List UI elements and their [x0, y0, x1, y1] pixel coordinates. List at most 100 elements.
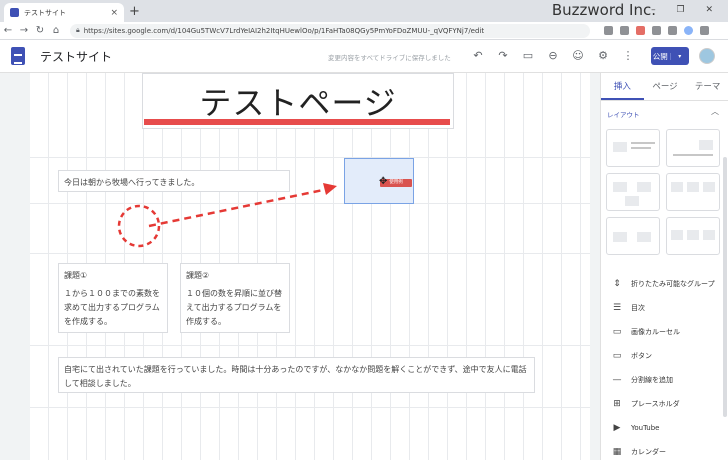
layout-bar [631, 147, 651, 149]
insert-calendar[interactable]: ▦ カレンダー [601, 441, 723, 460]
panel-scrollbar[interactable] [723, 157, 727, 417]
window-controls[interactable]: – ❐ ✕ [651, 5, 722, 15]
more-icon[interactable]: ⋮ [620, 48, 636, 64]
layout-thumb [671, 182, 683, 192]
layout-card[interactable] [606, 173, 660, 211]
task1-body: １から１００までの素数を求めて出力するプログラムを作成する。 [64, 289, 160, 326]
close-tab-icon[interactable]: × [110, 8, 118, 18]
page-title: テストページ [199, 84, 397, 122]
layout-bar [631, 142, 655, 144]
brand-overlay: Buzzword Inc. [551, 1, 656, 19]
toc-icon: ☰ [612, 303, 622, 313]
layout-thumb [687, 182, 699, 192]
annotation-arrowhead [323, 183, 337, 195]
bookmark-star-icon[interactable] [620, 26, 629, 35]
tab-themes[interactable]: テーマ [686, 73, 728, 100]
header-tools: ↶ ↷ ▭ ⊖ ☺ ⚙ ⋮ [470, 48, 636, 64]
tab-pages[interactable]: ページ [644, 73, 687, 100]
insert-table-of-contents[interactable]: ☰ 目次 [601, 297, 723, 319]
extension-red-icon[interactable] [636, 26, 645, 35]
link-icon[interactable]: ⊖ [545, 48, 561, 64]
add-editor-icon[interactable]: ☺ [570, 48, 586, 64]
preview-icon[interactable]: ▭ [520, 48, 536, 64]
layout-thumb [699, 140, 713, 150]
layout-card[interactable] [666, 217, 720, 255]
site-name[interactable]: テストサイト [40, 48, 112, 65]
forward-icon[interactable]: → [16, 25, 32, 36]
text-box-intro[interactable]: 今日は朝から牧場へ行ってきました。 [58, 170, 290, 192]
summary-text: 自宅にて出されていた課題を行っていました。時間は十分あったのですが、なかなか問題… [64, 365, 527, 388]
profile-icon[interactable] [684, 26, 693, 35]
text-box-summary[interactable]: 自宅にて出されていた課題を行っていました。時間は十分あったのですが、なかなか問題… [58, 357, 535, 393]
youtube-icon: ▶ [613, 423, 621, 433]
home-icon[interactable]: ⌂ [48, 25, 64, 36]
grid-line [30, 407, 590, 408]
layout-thumb [637, 182, 651, 192]
layout-card[interactable] [666, 173, 720, 211]
reload-icon[interactable]: ↻ [32, 25, 48, 36]
grid-line [30, 203, 590, 204]
sites-logo-icon[interactable] [11, 47, 25, 65]
layout-section-label: レイアウト [607, 111, 640, 119]
insert-divider[interactable]: — 分割線を追加 [601, 369, 723, 391]
layout-card[interactable] [666, 129, 720, 167]
layout-thumb [703, 182, 715, 192]
lock-icon: 🔒︎ [76, 26, 80, 34]
layout-thumb [703, 230, 715, 240]
new-tab-button[interactable]: + [129, 4, 140, 19]
layout-thumb [671, 230, 683, 240]
redo-icon[interactable]: ↷ [495, 48, 511, 64]
browser-tabstrip: テストサイト × + Buzzword Inc. – ❐ ✕ [0, 0, 728, 22]
collapse-icon[interactable]: ︿ [711, 106, 719, 117]
publish-label: 公開 [652, 51, 668, 61]
undo-icon[interactable]: ↶ [470, 48, 486, 64]
insert-item-label: 分割線を追加 [631, 376, 673, 384]
save-status: 変更内容をすべてドライブに保存しました [328, 54, 451, 62]
insert-item-label: カレンダー [631, 448, 666, 456]
insert-image-carousel[interactable]: ▭ 画像カルーセル [601, 321, 723, 343]
insert-placeholder[interactable]: ⊞ プレースホルダ [601, 393, 723, 415]
insert-item-label: ボタン [631, 352, 652, 360]
sidepanel-icon[interactable] [668, 26, 677, 35]
browser-toolbar: ← → ↻ ⌂ 🔒︎ https://sites.google.com/d/10… [0, 22, 728, 40]
back-icon[interactable]: ← [0, 25, 16, 36]
insert-youtube[interactable]: ▶ YouTube [601, 417, 723, 439]
placeholder-icon: ⊞ [613, 399, 621, 409]
grid-line [30, 157, 590, 158]
grid-line [30, 345, 590, 346]
annotation-arrow-line [148, 187, 329, 228]
text-box-task2[interactable]: 課題② １０個の数を昇順に並び替えて出力するプログラムを作成する。 [180, 263, 290, 333]
title-underline [144, 119, 450, 125]
extension-icons [604, 26, 709, 35]
kebab-menu-icon[interactable] [700, 26, 709, 35]
insert-button[interactable]: ▭ ボタン [601, 345, 723, 367]
carousel-icon: ▭ [612, 327, 622, 337]
account-avatar[interactable] [699, 48, 715, 64]
insert-item-label: 画像カルーセル [631, 328, 680, 336]
share-icon[interactable] [604, 26, 613, 35]
settings-icon[interactable]: ⚙ [595, 48, 611, 64]
layout-bar [673, 154, 713, 156]
text-box-task1[interactable]: 課題① １から１００までの素数を求めて出力するプログラムを作成する。 [58, 263, 168, 333]
task2-body: １０個の数を昇順に並び替えて出力するプログラムを作成する。 [186, 289, 282, 326]
page-surface[interactable]: テストページ 今日は朝から牧場へ行ってきました。 課題① １から１００までの素数… [30, 73, 590, 460]
divider-icon: — [612, 375, 622, 385]
puzzle-icon[interactable] [652, 26, 661, 35]
browser-tab[interactable]: テストサイト × [4, 3, 124, 22]
insert-item-label: YouTube [631, 424, 660, 432]
layout-thumb [613, 182, 627, 192]
layout-card[interactable] [606, 217, 660, 255]
url-text: https://sites.google.com/d/104Gu5TWcV7Lr… [83, 26, 485, 35]
text-box-intro-text: 今日は朝から牧場へ行ってきました。 [64, 178, 200, 187]
task1-heading: 課題① [64, 271, 88, 280]
address-bar[interactable]: 🔒︎ https://sites.google.com/d/104Gu5TWcV… [70, 23, 590, 38]
layout-thumb [613, 232, 627, 242]
layout-thumb [637, 232, 651, 242]
publish-button[interactable]: 公開 ▾ [651, 47, 689, 65]
publish-dropdown-icon[interactable]: ▾ [669, 52, 690, 60]
editor-canvas: テストページ 今日は朝から牧場へ行ってきました。 課題① １から１００までの素数… [0, 73, 600, 460]
insert-collapsible-group[interactable]: ⇕ 折りたたみ可能なグループ [601, 273, 723, 295]
tab-insert[interactable]: 挿入 [601, 73, 644, 100]
layout-card[interactable] [606, 129, 660, 167]
canvas-scrollbar[interactable] [592, 73, 598, 460]
